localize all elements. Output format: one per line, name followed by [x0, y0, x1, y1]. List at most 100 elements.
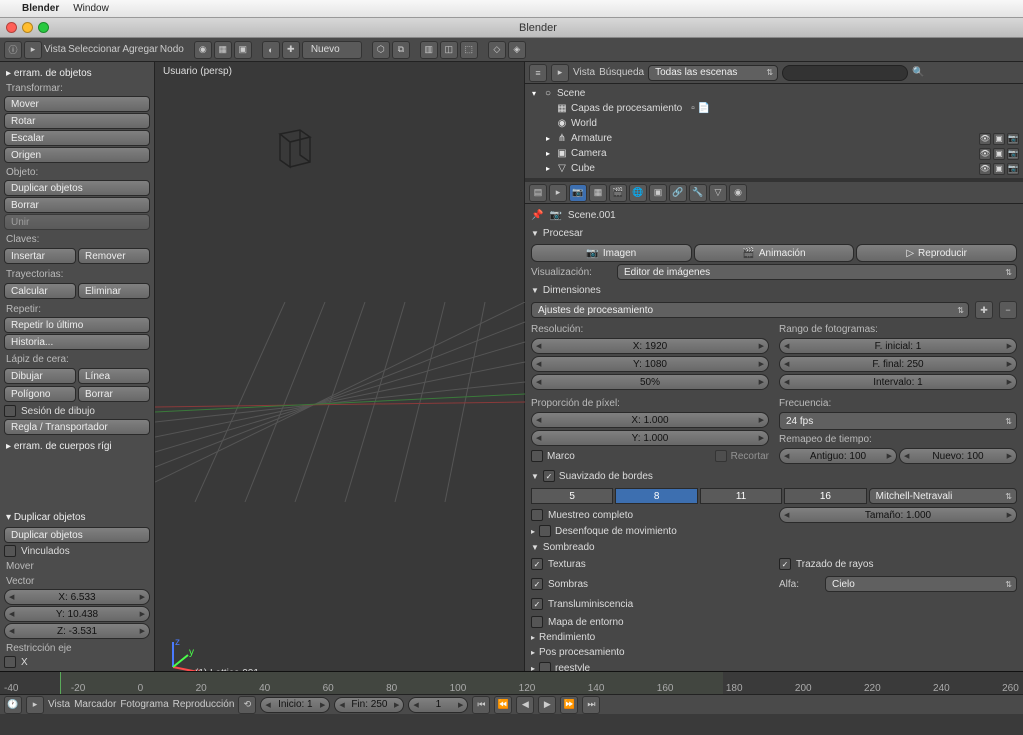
rigidbody-header[interactable]: ▸ erram. de cuerpos rígi: [6, 441, 150, 452]
play-reverse-icon[interactable]: ◀: [516, 696, 534, 714]
duplicate-button[interactable]: Duplicar objetos: [4, 180, 150, 196]
new-button[interactable]: Nuevo: [302, 41, 362, 59]
outliner-editor-icon[interactable]: ≡: [529, 64, 547, 82]
outliner-row[interactable]: ▸⋔Armature👁▣📷: [529, 131, 1019, 146]
mb-checkbox[interactable]: [539, 525, 551, 537]
render-anim-button[interactable]: 🎬 Animación: [694, 244, 855, 262]
plus-icon[interactable]: ✚: [282, 41, 300, 59]
insert-key-button[interactable]: Insertar: [4, 248, 76, 264]
render-toggle-icon[interactable]: 📷: [1007, 133, 1019, 145]
menu-node[interactable]: Nodo: [160, 44, 184, 55]
render-toggle-icon[interactable]: 📷: [1007, 163, 1019, 175]
shading-panel-header[interactable]: ▼Sombreado: [531, 539, 1017, 556]
aa-panel-header[interactable]: ▼Suavizado de bordes: [531, 467, 1017, 485]
join-button[interactable]: Unir: [4, 214, 150, 230]
aa-sample-button[interactable]: 16: [784, 488, 866, 504]
gp-poly-button[interactable]: Polígono: [4, 386, 76, 402]
outliner-row[interactable]: ◉World: [529, 116, 1019, 131]
textures-checkbox[interactable]: [531, 558, 543, 570]
current-frame-field[interactable]: 1: [408, 697, 468, 713]
constraint-tab-icon[interactable]: 🔗: [669, 184, 687, 202]
aa-sample-button[interactable]: 8: [615, 488, 697, 504]
app-menu[interactable]: Blender: [22, 3, 59, 14]
res-pct-field[interactable]: 50%: [531, 374, 769, 390]
vector-x-field[interactable]: X: 6.533: [4, 589, 150, 605]
world-tab-icon[interactable]: 🌐: [629, 184, 647, 202]
visibility-toggle-icon[interactable]: 👁: [979, 133, 991, 145]
menu-view[interactable]: Vista: [44, 44, 66, 55]
gp-draw-button[interactable]: Dibujar: [4, 368, 76, 384]
tool-icon-3[interactable]: ⬚: [460, 41, 478, 59]
gp-line-button[interactable]: Línea: [78, 368, 150, 384]
motion-blur-header[interactable]: ▸Desenfoque de movimiento: [531, 523, 1017, 539]
delete-button[interactable]: Borrar: [4, 197, 150, 213]
timeline-editor-icon[interactable]: 🕐: [4, 696, 22, 714]
start-frame-field[interactable]: Inicio: 1: [260, 697, 330, 713]
visualization-dropdown[interactable]: Editor de imágenes: [617, 264, 1017, 280]
clear-path-button[interactable]: Eliminar: [78, 283, 150, 299]
props-collapse-icon[interactable]: ▸: [549, 184, 567, 202]
scene-icon[interactable]: ◉: [194, 41, 212, 59]
aa-filter-dropdown[interactable]: Mitchell-Netravali: [869, 488, 1017, 504]
tool-icon-2[interactable]: ◫: [440, 41, 458, 59]
postproc-header[interactable]: ▸Pos procesamiento: [531, 645, 1017, 660]
object-tab-icon[interactable]: ▣: [649, 184, 667, 202]
dimensions-panel-header[interactable]: ▼Dimensiones: [531, 282, 1017, 299]
res-x-field[interactable]: X: 1920: [531, 338, 769, 354]
origin-button[interactable]: Origen: [4, 147, 150, 163]
timeline-collapse-icon[interactable]: ▸: [26, 696, 44, 714]
tool-icon-5[interactable]: ◈: [508, 41, 526, 59]
copy-icon[interactable]: ⧉: [392, 41, 410, 59]
end-frame-field[interactable]: Fin: 250: [334, 697, 404, 713]
tool-icon-1[interactable]: ▥: [420, 41, 438, 59]
data-tab-icon[interactable]: ▽: [709, 184, 727, 202]
aa-enable-checkbox[interactable]: [543, 470, 555, 482]
tl-menu-view[interactable]: Vista: [48, 699, 70, 710]
collapse-icon[interactable]: ▸: [24, 41, 42, 59]
select-toggle-icon[interactable]: ▣: [993, 133, 1005, 145]
remap-new-field[interactable]: Nuevo: 100: [899, 448, 1017, 464]
full-sample-checkbox[interactable]: [531, 509, 543, 521]
keyframe-next-icon[interactable]: ⏩: [560, 696, 578, 714]
dup-panel-header[interactable]: ▾ Duplicar objetos: [6, 512, 150, 523]
outliner-row[interactable]: ▸▣Camera👁▣📷: [529, 146, 1019, 161]
rotate-button[interactable]: Rotar: [4, 113, 150, 129]
dup-objects-button[interactable]: Duplicar objetos: [4, 527, 150, 543]
sss-checkbox[interactable]: [531, 598, 543, 610]
select-toggle-icon[interactable]: ▣: [993, 163, 1005, 175]
render-image-button[interactable]: 📷 Imagen: [531, 244, 692, 262]
aa-sample-button[interactable]: 5: [531, 488, 613, 504]
repeat-last-button[interactable]: Repetir lo último: [4, 317, 150, 333]
backdrop-icon[interactable]: ▣: [234, 41, 252, 59]
ruler-button[interactable]: Regla / Transportador: [4, 419, 150, 435]
outliner-row[interactable]: ▾○Scene: [529, 86, 1019, 101]
tl-menu-marker[interactable]: Marcador: [74, 699, 116, 710]
history-button[interactable]: Historia...: [4, 334, 150, 350]
select-toggle-icon[interactable]: ▣: [993, 148, 1005, 160]
modifier-tab-icon[interactable]: 🔧: [689, 184, 707, 202]
window-menu[interactable]: Window: [73, 3, 109, 14]
render-preset-dropdown[interactable]: Ajustes de procesamiento: [531, 302, 969, 318]
outliner-search-input[interactable]: [782, 65, 908, 81]
tl-menu-frame[interactable]: Fotograma: [120, 699, 168, 710]
calc-path-button[interactable]: Calcular: [4, 283, 76, 299]
aa-sample-button[interactable]: 11: [700, 488, 782, 504]
visibility-toggle-icon[interactable]: 👁: [979, 148, 991, 160]
aa-size-field[interactable]: Tamaño: 1.000: [779, 507, 1017, 523]
scene-tab-icon[interactable]: 🎬: [609, 184, 627, 202]
tl-menu-playback[interactable]: Reproducción: [173, 699, 235, 710]
remap-old-field[interactable]: Antiguo: 100: [779, 448, 897, 464]
render-toggle-icon[interactable]: 📷: [1007, 148, 1019, 160]
pin-scene-icon[interactable]: 📌: [531, 210, 543, 221]
frame-step-field[interactable]: Intervalo: 1: [779, 374, 1017, 390]
pin-icon[interactable]: ◐: [262, 41, 280, 59]
menu-add[interactable]: Agregar: [122, 44, 158, 55]
border-checkbox[interactable]: [531, 450, 543, 462]
alpha-dropdown[interactable]: Cielo: [825, 576, 1017, 592]
outliner-collapse-icon[interactable]: ▸: [551, 64, 569, 82]
zoom-window-icon[interactable]: [38, 22, 49, 33]
tool-icon-4[interactable]: ◇: [488, 41, 506, 59]
minimize-window-icon[interactable]: [22, 22, 33, 33]
node-icon[interactable]: ▦: [214, 41, 232, 59]
snap-icon[interactable]: ⬡: [372, 41, 390, 59]
